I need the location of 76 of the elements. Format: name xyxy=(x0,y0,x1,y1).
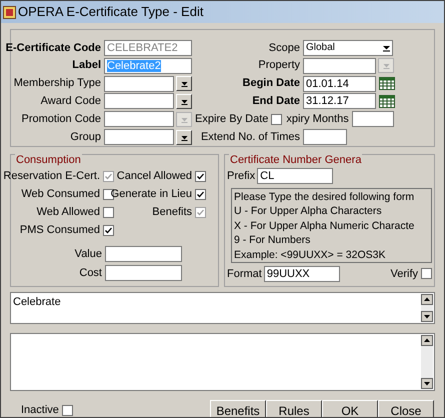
field-label: E-Certificate Code xyxy=(4,40,102,56)
field-label: Value xyxy=(74,247,103,262)
down-arrow-icon xyxy=(180,80,188,88)
checkbox[interactable] xyxy=(195,188,206,200)
scroll-bar[interactable] xyxy=(421,294,433,322)
field-label: Format xyxy=(227,266,263,282)
field-label: Property xyxy=(257,58,301,74)
calendar-icon[interactable] xyxy=(379,94,395,108)
dialog-button[interactable]: OK xyxy=(322,400,378,417)
field-label: Cost xyxy=(78,266,103,280)
checkmark-icon xyxy=(197,190,204,198)
field-label: Begin Date xyxy=(242,76,301,92)
help-text: Please Type the desired following form xyxy=(234,190,416,204)
description-field[interactable]: Celebrate xyxy=(10,292,435,324)
dialog-button[interactable]: Close xyxy=(378,400,434,417)
field-label: Membership Type xyxy=(12,76,102,92)
group-title: Consumption xyxy=(15,154,82,167)
checkbox[interactable] xyxy=(195,170,206,182)
checkbox[interactable] xyxy=(271,114,282,125)
checkbox-label: Cancel Allowed xyxy=(116,168,192,184)
app-icon xyxy=(3,6,16,18)
window-title: OPERA E-Certificate Type - Edit xyxy=(18,3,204,22)
field-label: xpiry Months xyxy=(286,112,349,127)
field-label: Scope xyxy=(268,40,301,56)
checkbox[interactable] xyxy=(103,224,114,236)
notes-field[interactable] xyxy=(10,333,435,391)
help-text: X - For Upper Alpha Numeric Characte xyxy=(234,218,416,233)
help-text: U - For Upper Alpha Characters xyxy=(234,204,383,218)
input-field[interactable]: 31.12.17 xyxy=(303,93,376,110)
field-label: Prefix xyxy=(227,169,256,184)
checkbox-label: Inactive xyxy=(21,403,59,417)
down-arrow-icon xyxy=(382,44,391,52)
checkmark-icon xyxy=(105,172,112,180)
checkmark-icon xyxy=(197,208,204,216)
scroll-bar[interactable] xyxy=(421,335,433,389)
checkbox-label: Reservation E-Cert. xyxy=(3,168,100,184)
down-arrow-icon xyxy=(180,134,188,141)
field-label: Expire By Date xyxy=(195,112,268,127)
input-field[interactable] xyxy=(303,129,347,146)
field-label: End Date xyxy=(251,94,301,110)
help-text: Example: <99UUXX> = 32OS3K xyxy=(234,248,386,262)
checkbox-label: PMS Consumed xyxy=(20,222,100,238)
input-field[interactable] xyxy=(104,93,174,110)
dialog-button[interactable]: Rules xyxy=(266,400,322,417)
input-field[interactable] xyxy=(105,246,182,262)
calendar-icon[interactable] xyxy=(379,77,395,90)
help-text: 9 - For Numbers xyxy=(234,233,312,248)
description-text: Celebrate xyxy=(12,295,62,310)
checkbox-label: Benefits xyxy=(152,204,192,220)
checkbox-label: Web Allowed xyxy=(36,204,100,220)
checkmark-icon xyxy=(197,172,204,180)
input-field[interactable] xyxy=(104,129,174,146)
checkmark-icon xyxy=(105,226,112,234)
down-arrow-icon xyxy=(180,98,188,105)
input-field[interactable] xyxy=(104,76,174,92)
down-arrow-icon xyxy=(180,116,188,123)
field-label: Extend No. of Times xyxy=(200,130,301,145)
field-label: Promotion Code xyxy=(20,112,102,127)
checkbox-label: Web Consumed xyxy=(21,186,100,202)
input-field[interactable]: CL xyxy=(257,168,334,184)
dialog-button[interactable]: Benefits xyxy=(210,400,266,417)
down-arrow-icon xyxy=(382,62,390,70)
field-label: Award Code xyxy=(40,94,102,110)
select-field[interactable]: Global xyxy=(303,40,393,56)
field-label: Group xyxy=(69,130,102,145)
checkbox[interactable] xyxy=(62,405,73,416)
input-field[interactable] xyxy=(352,111,394,128)
field-label: Verify xyxy=(390,266,419,282)
checkbox[interactable] xyxy=(421,268,432,280)
checkbox-label: Generate in Lieu xyxy=(110,186,192,202)
input-field[interactable]: 01.01.14 xyxy=(303,76,376,92)
checkbox[interactable] xyxy=(103,206,114,218)
field-label: Label xyxy=(71,58,102,74)
input-field[interactable] xyxy=(303,58,376,74)
input-field[interactable] xyxy=(105,264,182,281)
input-field[interactable]: 99UUXX xyxy=(264,266,340,282)
